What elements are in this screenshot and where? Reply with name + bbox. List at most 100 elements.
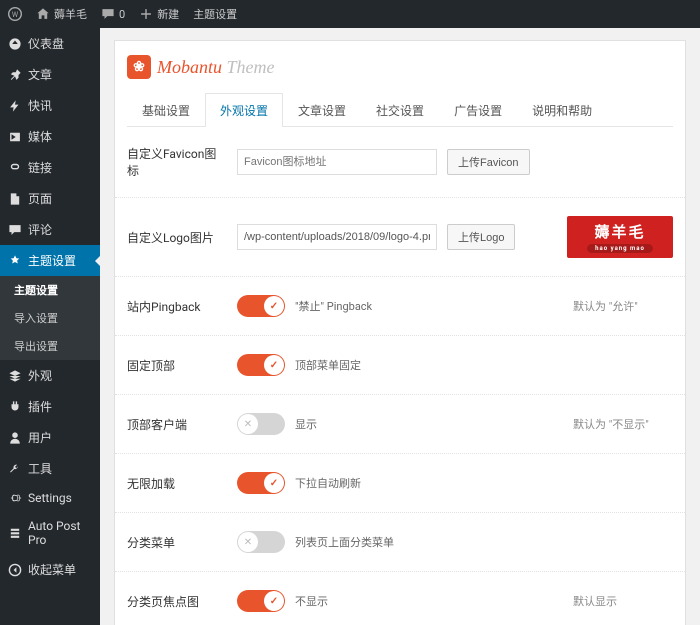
brand-logo-icon: ❀ bbox=[127, 55, 151, 79]
infinite-toggle[interactable] bbox=[237, 472, 285, 494]
plus-icon bbox=[139, 7, 153, 21]
tool-icon bbox=[8, 462, 22, 476]
sidebar-item-label: 插件 bbox=[28, 398, 52, 415]
comment-icon bbox=[8, 223, 22, 237]
comments-link[interactable]: 0 bbox=[101, 7, 125, 21]
client-hint: 默认为 "不显示" bbox=[573, 416, 673, 432]
tab-4[interactable]: 广告设置 bbox=[439, 93, 517, 127]
pingback-hint: 默认为 "允许" bbox=[573, 298, 673, 314]
comment-count: 0 bbox=[119, 8, 125, 21]
new-link[interactable]: 新建 bbox=[139, 6, 179, 22]
sidebar-item-11[interactable]: 工具 bbox=[0, 453, 100, 484]
client-toggle[interactable] bbox=[237, 413, 285, 435]
media-icon bbox=[8, 130, 22, 144]
sidebar-item-6[interactable]: 评论 bbox=[0, 214, 100, 245]
wp-logo[interactable]: W bbox=[8, 7, 22, 21]
sidebar-item-3[interactable]: 媒体 bbox=[0, 121, 100, 152]
client-toggle-text: 显示 bbox=[295, 416, 317, 432]
sidebar-item-label: 页面 bbox=[28, 190, 52, 207]
logo-upload-button[interactable]: 上传Logo bbox=[447, 224, 515, 250]
logo-input[interactable] bbox=[237, 224, 437, 250]
admin-sidebar: 仪表盘文章快讯媒体链接页面评论主题设置主题设置导入设置导出设置外观插件用户工具S… bbox=[0, 28, 100, 625]
sidebar-item-8[interactable]: 外观 bbox=[0, 360, 100, 391]
pingback-label: 站内Pingback bbox=[127, 298, 227, 315]
tab-5[interactable]: 说明和帮助 bbox=[517, 93, 607, 127]
auto-icon bbox=[8, 526, 22, 540]
comment-icon bbox=[101, 7, 115, 21]
infinite-toggle-text: 下拉自动刷新 bbox=[295, 475, 361, 491]
client-label: 顶部客户端 bbox=[127, 416, 227, 433]
sidebar-item-label: 仪表盘 bbox=[28, 35, 64, 52]
link-icon bbox=[8, 161, 22, 175]
brand-header: ❀ Mobantu Theme bbox=[115, 41, 685, 93]
sidebar-subitem-1[interactable]: 导入设置 bbox=[0, 304, 100, 332]
svg-text:W: W bbox=[12, 11, 19, 19]
row-pingback: 站内Pingback "禁止" Pingback 默认为 "允许" bbox=[115, 277, 685, 336]
catfocus-label: 分类页焦点图 bbox=[127, 593, 227, 610]
sidebar-item-5[interactable]: 页面 bbox=[0, 183, 100, 214]
logo-label: 自定义Logo图片 bbox=[127, 229, 227, 246]
tab-0[interactable]: 基础设置 bbox=[127, 93, 205, 127]
sidebar-item-label: 主题设置 bbox=[28, 252, 76, 269]
sidebar-item-9[interactable]: 插件 bbox=[0, 391, 100, 422]
sidebar-item-label: 文章 bbox=[28, 66, 52, 83]
content-area: ❀ Mobantu Theme 基础设置外观设置文章设置社交设置广告设置说明和帮… bbox=[100, 28, 700, 625]
sidebar-item-0[interactable]: 仪表盘 bbox=[0, 28, 100, 59]
sidebar-item-label: 外观 bbox=[28, 367, 52, 384]
tab-3[interactable]: 社交设置 bbox=[361, 93, 439, 127]
sidebar-submenu: 主题设置导入设置导出设置 bbox=[0, 276, 100, 360]
catfocus-toggle[interactable] bbox=[237, 590, 285, 612]
sidebar-item-label: 链接 bbox=[28, 159, 52, 176]
catmenu-label: 分类菜单 bbox=[127, 534, 227, 551]
sidebar-item-label: 用户 bbox=[28, 429, 52, 446]
favicon-upload-button[interactable]: 上传Favicon bbox=[447, 149, 530, 175]
sidebar-item-12[interactable]: Settings bbox=[0, 484, 100, 512]
admin-bar: W 薅羊毛 0 新建 主题设置 bbox=[0, 0, 700, 28]
sidebar-item-10[interactable]: 用户 bbox=[0, 422, 100, 453]
new-label: 新建 bbox=[157, 6, 179, 22]
sidebar-item-14[interactable]: 收起菜单 bbox=[0, 554, 100, 585]
sidebar-item-label: 媒体 bbox=[28, 128, 52, 145]
page-icon bbox=[8, 192, 22, 206]
pin-icon bbox=[8, 68, 22, 82]
favicon-input[interactable] bbox=[237, 149, 437, 175]
user-icon bbox=[8, 431, 22, 445]
tab-1[interactable]: 外观设置 bbox=[205, 93, 283, 127]
dashboard-icon bbox=[8, 37, 22, 51]
theme-panel: ❀ Mobantu Theme 基础设置外观设置文章设置社交设置广告设置说明和帮… bbox=[114, 40, 686, 625]
home-icon bbox=[36, 7, 50, 21]
catmenu-toggle[interactable] bbox=[237, 531, 285, 553]
settings-icon bbox=[8, 491, 22, 505]
sidebar-item-label: 工具 bbox=[28, 460, 52, 477]
extra-link[interactable]: 主题设置 bbox=[193, 6, 237, 22]
settings-tabs: 基础设置外观设置文章设置社交设置广告设置说明和帮助 bbox=[127, 93, 673, 127]
theme-icon bbox=[8, 254, 22, 268]
infinite-label: 无限加载 bbox=[127, 475, 227, 492]
sidebar-item-13[interactable]: Auto Post Pro bbox=[0, 512, 100, 554]
sidebar-item-7[interactable]: 主题设置 bbox=[0, 245, 100, 276]
brand-text: Mobantu Theme bbox=[157, 57, 275, 78]
bolt-icon bbox=[8, 99, 22, 113]
fixtop-toggle[interactable] bbox=[237, 354, 285, 376]
sidebar-item-label: Settings bbox=[28, 491, 72, 505]
sidebar-subitem-0[interactable]: 主题设置 bbox=[0, 276, 100, 304]
row-fixtop: 固定顶部 顶部菜单固定 bbox=[115, 336, 685, 395]
row-catmenu: 分类菜单 列表页上面分类菜单 bbox=[115, 513, 685, 572]
row-client: 顶部客户端 显示 默认为 "不显示" bbox=[115, 395, 685, 454]
favicon-label: 自定义Favicon图标 bbox=[127, 145, 227, 179]
pingback-toggle[interactable] bbox=[237, 295, 285, 317]
sidebar-item-label: 收起菜单 bbox=[28, 561, 76, 578]
sidebar-item-label: 快讯 bbox=[28, 97, 52, 114]
fixtop-toggle-text: 顶部菜单固定 bbox=[295, 357, 361, 373]
site-link[interactable]: 薅羊毛 bbox=[36, 6, 87, 22]
fixtop-label: 固定顶部 bbox=[127, 357, 227, 374]
row-catfocus: 分类页焦点图 不显示 默认显示 bbox=[115, 572, 685, 625]
row-favicon: 自定义Favicon图标 上传Favicon bbox=[115, 127, 685, 198]
pingback-toggle-text: "禁止" Pingback bbox=[295, 298, 372, 314]
sidebar-item-4[interactable]: 链接 bbox=[0, 152, 100, 183]
sidebar-item-2[interactable]: 快讯 bbox=[0, 90, 100, 121]
extra-label: 主题设置 bbox=[193, 6, 237, 22]
sidebar-item-1[interactable]: 文章 bbox=[0, 59, 100, 90]
sidebar-subitem-2[interactable]: 导出设置 bbox=[0, 332, 100, 360]
tab-2[interactable]: 文章设置 bbox=[283, 93, 361, 127]
